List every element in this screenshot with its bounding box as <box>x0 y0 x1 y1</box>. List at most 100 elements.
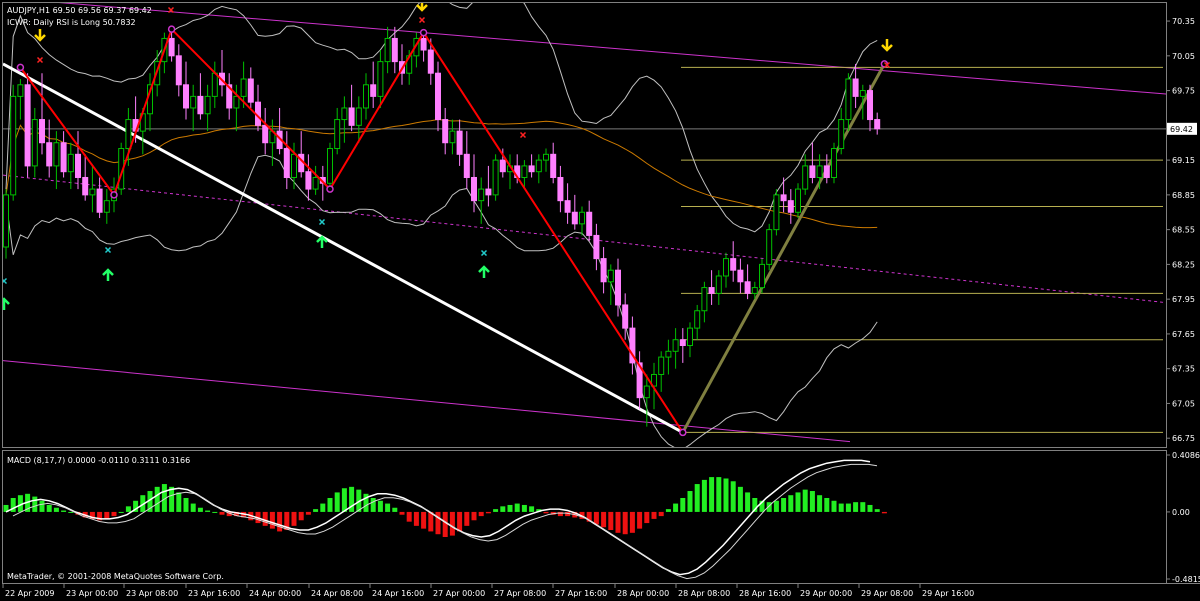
time-tick-label: 23 Apr 16:00 <box>188 589 240 598</box>
candle-body <box>715 275 722 294</box>
time-tick-label: 27 Apr 00:00 <box>433 589 485 598</box>
candle-body <box>39 119 45 144</box>
price-and-macd-chart: 70.35 70.05 69.75 69.42 69.15 68.85 68.55 68.25… <box>2 2 1200 598</box>
lower-channel-line <box>3 360 851 443</box>
macd-histogram-bar <box>269 511 275 529</box>
time-tick-label: 24 Apr 16:00 <box>372 589 424 598</box>
macd-histogram-bar <box>730 481 736 512</box>
candle-body <box>211 72 218 97</box>
candle-body <box>348 107 355 126</box>
candle-body <box>607 269 614 283</box>
sell-arrow-icon <box>34 29 46 42</box>
indicator-header: ICWR: Daily RSI is Long 50.7832 <box>7 18 136 27</box>
price-tick-label: 67.95 <box>1172 295 1195 304</box>
macd-histogram-bar <box>881 511 887 514</box>
candle-body <box>658 356 665 375</box>
macd-header: MACD (8,17,7) 0.0000 -0.0110 0.3111 0.31… <box>7 456 190 465</box>
macd-histogram-bar <box>39 500 45 512</box>
candle-body <box>341 107 348 121</box>
macd-histogram-bar <box>622 511 628 535</box>
candle-body <box>442 119 449 144</box>
macd-histogram-bar <box>327 497 333 512</box>
macd-histogram-bar <box>615 511 621 533</box>
candle-body <box>787 200 794 213</box>
macd-histogram-bar <box>817 495 823 512</box>
candle-body <box>773 194 780 231</box>
macd-histogram-bar <box>68 511 74 513</box>
macd-histogram-bar <box>46 504 52 512</box>
candle-body <box>795 188 801 213</box>
candle-body <box>600 258 607 283</box>
candle-body <box>53 142 60 167</box>
cross-marker-icon <box>480 249 488 257</box>
macd-tick-label: 0.00 <box>1172 508 1190 517</box>
candle-body <box>377 61 384 97</box>
time-tick-label: 29 Apr 16:00 <box>922 589 974 598</box>
candle-body <box>283 148 290 178</box>
macd-histogram-bar <box>781 497 787 512</box>
swing-point-marker <box>167 25 176 33</box>
time-tick-label: 27 Apr 16:00 <box>555 589 607 598</box>
time-tick-label: 28 Apr 16:00 <box>739 589 791 598</box>
macd-histogram-bar <box>601 511 607 528</box>
candle-body <box>96 188 103 213</box>
candle-body <box>744 281 751 294</box>
candle-body <box>456 130 463 155</box>
macd-histogram-bar <box>111 511 117 517</box>
candle-body <box>557 176 564 202</box>
candle-body <box>420 37 427 51</box>
price-tick-label: 68.55 <box>1172 226 1195 235</box>
macd-histogram-bar <box>665 509 671 512</box>
candle-body <box>449 130 456 144</box>
macd-histogram-bar <box>529 506 535 512</box>
time-tick-label: 28 Apr 00:00 <box>617 589 669 598</box>
macd-histogram-bar <box>831 500 837 512</box>
symbol-header: AUDJPY,H1 69.50 69.56 69.37 69.42 <box>7 6 152 15</box>
cross-marker-icon <box>36 56 44 64</box>
price-tick-label: 67.05 <box>1172 399 1195 408</box>
sell-arrow-icon <box>881 39 893 52</box>
price-axis: 70.35 70.05 69.75 69.42 69.15 68.85 68.55 68.25… <box>1166 17 1197 443</box>
macd-histogram-bar <box>421 511 427 529</box>
candle-body <box>204 95 211 115</box>
time-tick-label: 23 Apr 00:00 <box>66 589 118 598</box>
macd-histogram-bar <box>183 497 189 512</box>
time-tick-label: 23 Apr 08:00 <box>126 589 178 598</box>
macd-histogram-bar <box>795 492 801 512</box>
macd-histogram-bar <box>838 503 844 512</box>
macd-histogram-bar <box>716 477 722 512</box>
cross-marker-icon <box>519 131 527 139</box>
candle-body <box>478 188 485 202</box>
candle-body <box>564 200 571 213</box>
swing-point-marker <box>16 63 25 72</box>
time-tick-label: 24 Apr 08:00 <box>311 589 363 598</box>
macd-axis: 0.4086 0.00 -0.4815 <box>1166 451 1200 584</box>
candle-body <box>327 148 333 184</box>
candle-body <box>665 350 672 358</box>
macd-histogram-bar <box>485 511 491 514</box>
macd-histogram-bar <box>874 509 880 512</box>
macd-histogram-bar <box>773 500 779 512</box>
price-tick-label: 69.15 <box>1172 156 1195 165</box>
candle-body <box>701 287 708 312</box>
candle-body <box>694 310 701 329</box>
macd-histogram-bar <box>514 503 520 512</box>
swing-point-marker <box>110 191 118 199</box>
candle-body <box>571 211 578 225</box>
macd-histogram-bar <box>205 510 211 512</box>
price-tick-label: 69.75 <box>1172 87 1195 96</box>
candle-body <box>730 258 737 271</box>
macd-histogram-bar <box>125 506 131 512</box>
time-tick-label: 22 Apr 2009 <box>5 589 54 598</box>
candle-body <box>312 176 319 190</box>
bollinger-upper-band <box>5 3 878 233</box>
macd-histogram-bar <box>61 510 67 512</box>
candle-body <box>240 78 247 97</box>
macd-signal-line <box>12 463 878 580</box>
candle-body <box>867 90 873 121</box>
candle-body <box>233 95 240 109</box>
buy-arrow-icon <box>102 268 114 281</box>
candle-body <box>3 194 9 248</box>
candle-body <box>809 165 816 178</box>
macd-histogram-bar <box>471 511 477 521</box>
